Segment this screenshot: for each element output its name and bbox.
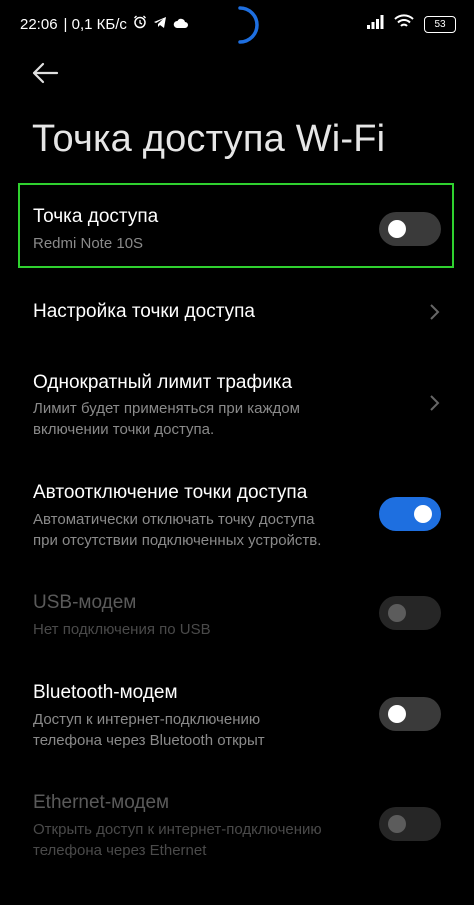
bluetooth-modem-toggle[interactable] [379,697,441,731]
status-time: 22:06 [20,15,58,33]
alarm-icon [133,15,147,33]
auto-off-subtitle-1: Автоматически отключать точку доступа [33,511,315,528]
back-button[interactable] [30,58,66,88]
ethernet-modem-row[interactable]: Ethernet-модем Открыть доступ к интернет… [0,782,474,867]
ethernet-modem-title: Ethernet-модем [33,792,170,813]
battery-icon: 53 [424,15,456,33]
chevron-right-icon [430,395,440,411]
chevron-right-icon [430,304,440,320]
page-title: Точка доступа Wi-Fi [32,118,386,160]
loading-spinner-icon [232,4,262,51]
status-bar: 22:06 | 0,1 КБ/с 53 [0,0,474,50]
wifi-icon [394,14,414,34]
usb-modem-row[interactable]: USB-модем Нет подключения по USB [0,583,474,648]
hotspot-setup-row[interactable]: Настройка точки доступа [0,285,474,340]
bluetooth-modem-subtitle-1: Доступ к интернет-подключению [33,711,261,728]
ethernet-modem-toggle[interactable] [379,807,441,841]
hotspot-setup-title: Настройка точки доступа [33,301,255,322]
signal-icon [366,14,384,34]
cloud-icon [173,16,189,33]
traffic-limit-subtitle-2: включении точки доступа. [33,421,215,438]
hotspot-toggle[interactable] [379,212,441,246]
telegram-icon [153,16,167,33]
status-left: 22:06 | 0,1 КБ/с [20,15,189,33]
ethernet-modem-subtitle-2: телефона через Ethernet [33,842,207,859]
auto-off-subtitle-2: при отсутствии подключенных устройств. [33,532,322,549]
auto-off-row[interactable]: Автоотключение точки доступа Автоматичес… [0,472,474,557]
toggle-knob [388,815,406,833]
usb-modem-title: USB-модем [33,592,137,613]
status-right: 53 [366,14,456,34]
hotspot-title: Точка доступа [33,206,159,227]
toggle-knob [388,220,406,238]
back-arrow-icon [32,62,59,84]
hotspot-subtitle: Redmi Note 10S [33,235,144,252]
traffic-limit-row[interactable]: Однократный лимит трафика Лимит будет пр… [0,360,474,445]
bluetooth-modem-title: Bluetooth-модем [33,682,178,703]
auto-off-toggle[interactable] [379,497,441,531]
hotspot-row[interactable]: Точка доступа Redmi Note 10S [0,190,474,265]
traffic-limit-title: Однократный лимит трафика [33,372,293,393]
bluetooth-modem-subtitle-2: телефона через Bluetooth открыт [33,732,265,749]
toggle-knob [388,705,406,723]
traffic-limit-subtitle-1: Лимит будет применяться при каждом [33,400,300,417]
network-speed: | 0,1 КБ/с [63,15,127,33]
usb-modem-subtitle: Нет подключения по USB [33,621,211,638]
toggle-knob [388,604,406,622]
ethernet-modem-subtitle-1: Открыть доступ к интернет-подключению [33,821,322,838]
toggle-knob [414,505,432,523]
bluetooth-modem-row[interactable]: Bluetooth-модем Доступ к интернет-подклю… [0,672,474,757]
auto-off-title: Автоотключение точки доступа [33,482,308,503]
usb-modem-toggle[interactable] [379,596,441,630]
